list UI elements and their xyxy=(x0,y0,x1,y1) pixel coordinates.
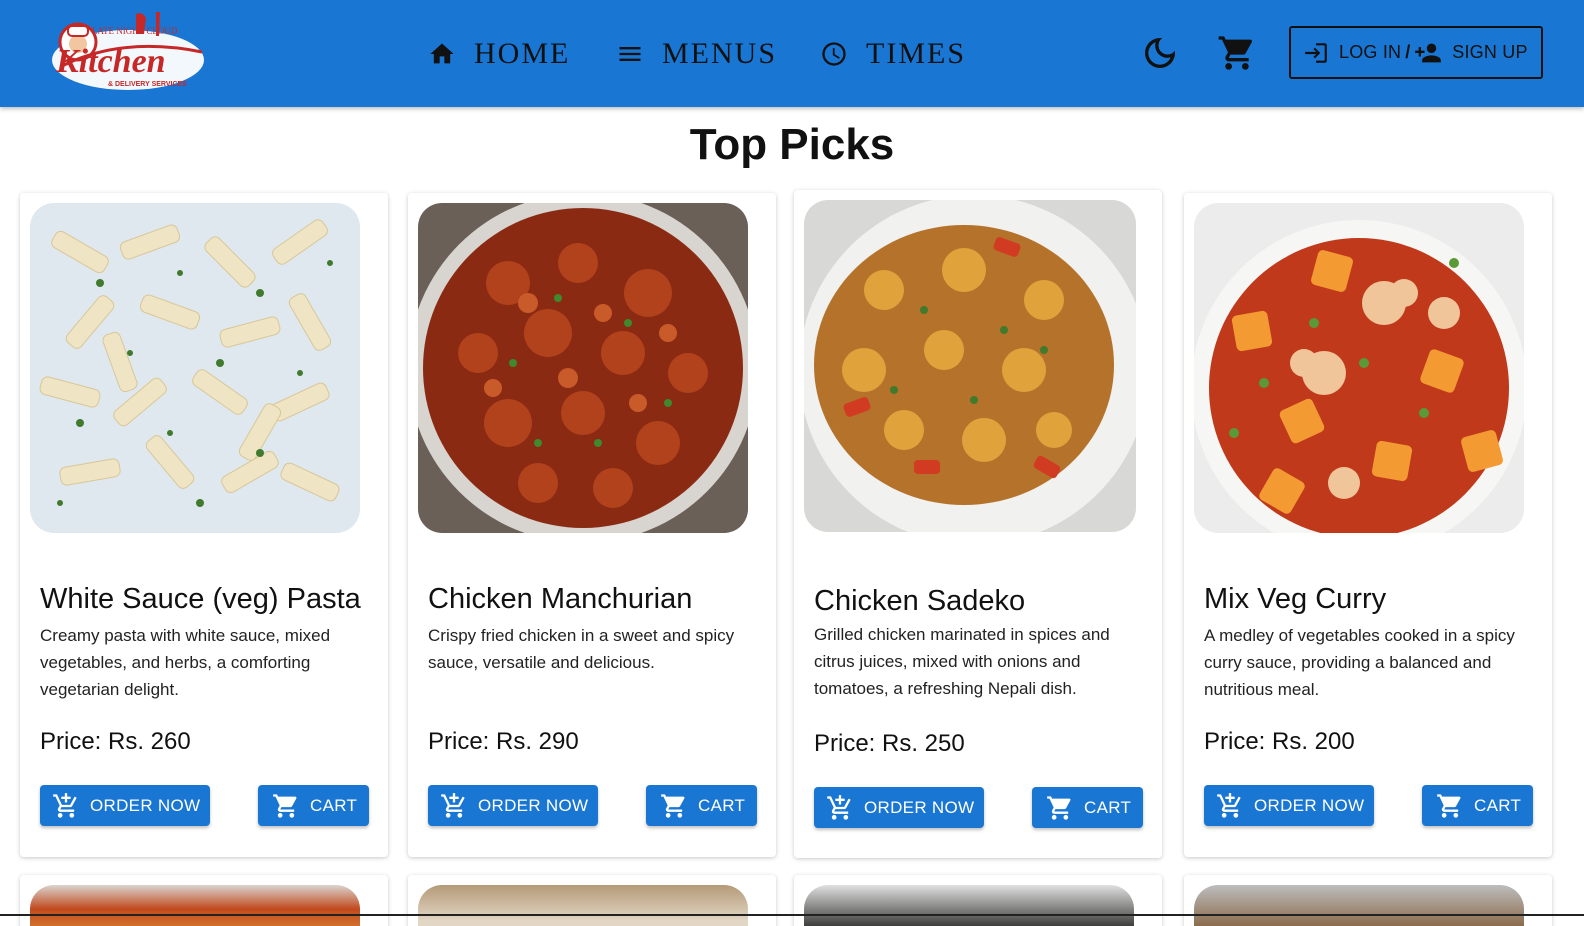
food-card xyxy=(1184,875,1552,926)
nav-home-label: HOME xyxy=(474,36,571,70)
food-card: White Sauce (veg) Pasta Creamy pasta wit… xyxy=(20,193,388,857)
section-title: Top Picks xyxy=(689,120,895,169)
food-price: Price: Rs. 200 xyxy=(1204,728,1355,755)
food-price: Price: Rs. 290 xyxy=(428,728,579,755)
food-name: Chicken Manchurian xyxy=(428,583,693,615)
shopping-cart-icon xyxy=(1047,795,1071,820)
shopping-cart-icon xyxy=(661,793,685,818)
food-photo xyxy=(418,203,748,533)
food-description: A medley of vegetables cooked in a spicy… xyxy=(1204,626,1515,699)
food-price: Price: Rs. 250 xyxy=(814,730,965,757)
signup-button[interactable]: SIGN UP xyxy=(1414,39,1527,67)
shopping-cart-icon xyxy=(273,793,297,818)
food-photo xyxy=(804,885,1134,926)
order-now-label: ORDER NOW xyxy=(864,797,975,817)
add-shopping-cart-icon xyxy=(827,794,851,820)
food-photo xyxy=(418,885,748,926)
food-photo xyxy=(804,200,1136,532)
food-price: Price: Rs. 260 xyxy=(40,728,191,755)
kitchen-logo[interactable]: LATE NIGHT CLOUD Kitchen & DELIVERY SERV… xyxy=(48,10,210,96)
cart-label: CART xyxy=(310,795,358,815)
nav-times-label: TIMES xyxy=(866,36,966,70)
order-now-label: ORDER NOW xyxy=(478,795,589,815)
nav-times[interactable]: TIMES xyxy=(820,0,966,107)
menu-icon xyxy=(619,46,641,61)
logo-top-text: LATE NIGHT CLOUD xyxy=(92,26,178,36)
food-card: Chicken Manchurian Crispy fried chicken … xyxy=(408,193,776,857)
food-card xyxy=(794,875,1162,926)
add-shopping-cart-icon xyxy=(53,792,77,818)
order-now-button[interactable]: ORDER NOW xyxy=(1204,785,1374,826)
dark-mode-moon-icon[interactable] xyxy=(1140,33,1180,73)
logo-wordmark: Kitchen xyxy=(55,43,166,80)
food-card xyxy=(408,875,776,926)
cart-label: CART xyxy=(1084,797,1132,817)
add-shopping-cart-icon xyxy=(441,792,465,818)
login-icon xyxy=(1305,42,1327,63)
order-now-label: ORDER NOW xyxy=(90,795,201,815)
home-icon xyxy=(430,43,454,63)
auth-separator: / xyxy=(1405,42,1411,62)
food-card: Mix Veg Curry A medley of vegetables coo… xyxy=(1184,193,1552,857)
food-name: Mix Veg Curry xyxy=(1204,583,1387,615)
viewport-bottom-edge xyxy=(0,914,1584,916)
nav-menus-label: MENUS xyxy=(662,36,778,70)
food-description: Creamy pasta with white sauce, mixed veg… xyxy=(40,626,331,699)
logo-bottom-text: & DELIVERY SERVICES xyxy=(108,81,187,88)
order-now-button[interactable]: ORDER NOW xyxy=(814,787,984,828)
signup-label: SIGN UP xyxy=(1452,42,1528,62)
order-now-button[interactable]: ORDER NOW xyxy=(428,785,598,826)
shopping-cart-icon xyxy=(1437,793,1461,818)
food-photo xyxy=(30,203,360,533)
food-description: Grilled chicken marinated in spices and … xyxy=(814,625,1110,698)
cart-label: CART xyxy=(698,795,746,815)
food-card: Chicken Sadeko Grilled chicken marinated… xyxy=(794,190,1162,858)
add-to-cart-button[interactable]: CART xyxy=(258,785,369,826)
order-now-button[interactable]: ORDER NOW xyxy=(40,785,210,826)
shopping-cart-icon[interactable] xyxy=(1217,33,1257,73)
add-to-cart-button[interactable]: CART xyxy=(646,785,757,826)
food-name: Chicken Sadeko xyxy=(814,585,1026,617)
food-description: Crispy fried chicken in a sweet and spic… xyxy=(428,626,735,672)
food-photo xyxy=(30,885,360,926)
food-card xyxy=(20,875,388,926)
cart-label: CART xyxy=(1474,795,1522,815)
login-label: LOG IN xyxy=(1339,42,1402,62)
top-app-bar: LATE NIGHT CLOUD Kitchen & DELIVERY SERV… xyxy=(0,0,1584,107)
food-photo xyxy=(1194,885,1524,926)
food-name: White Sauce (veg) Pasta xyxy=(40,583,361,615)
nav-menus[interactable]: MENUS xyxy=(616,0,777,107)
auth-box: LOG IN / SIGN UP xyxy=(1289,26,1543,79)
order-now-label: ORDER NOW xyxy=(1254,795,1365,815)
food-photo xyxy=(1194,203,1524,533)
add-to-cart-button[interactable]: CART xyxy=(1422,785,1533,826)
login-button[interactable]: LOG IN xyxy=(1303,40,1401,66)
add-to-cart-button[interactable]: CART xyxy=(1032,787,1143,828)
nav-home[interactable]: HOME xyxy=(428,0,570,107)
person-add-icon xyxy=(1415,43,1442,62)
clock-icon xyxy=(822,41,846,66)
add-shopping-cart-icon xyxy=(1217,792,1241,818)
